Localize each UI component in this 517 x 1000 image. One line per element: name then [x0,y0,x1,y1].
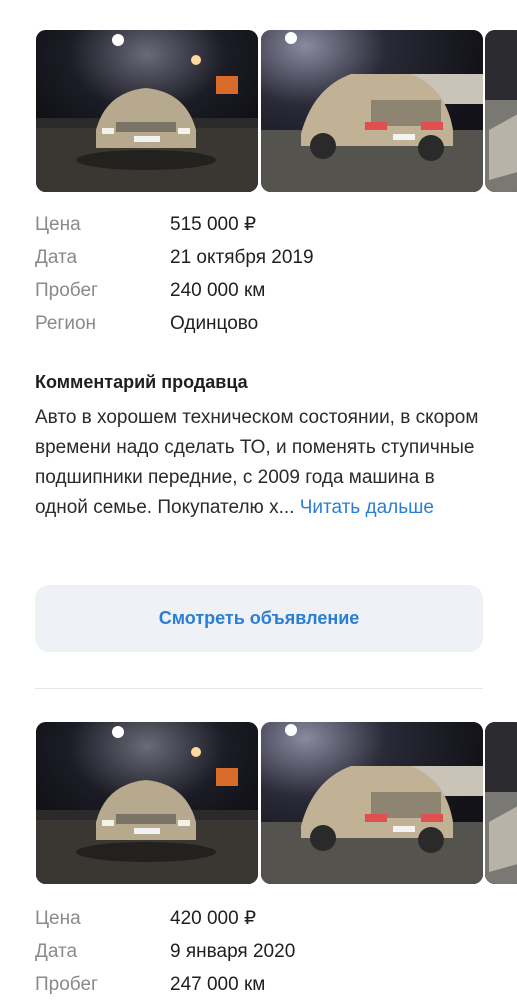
spec-row-date: Дата 21 октября 2019 [35,244,485,272]
car-photo[interactable] [36,722,258,884]
spec-row-region: Регион Одинцово [35,310,485,338]
spec-value: 21 октября 2019 [170,247,314,268]
spec-row-mileage: Пробег 240 000 км [35,277,485,305]
view-listing-button[interactable]: Смотреть объявление [35,585,483,652]
seller-comment-title: Комментарий продавца [35,372,248,392]
car-photo[interactable] [261,30,483,192]
spec-value: 515 000 ₽ [170,214,257,235]
spec-label: Регион [35,313,97,334]
spec-label: Цена [35,214,81,235]
spec-value: 240 000 км [170,280,266,301]
spec-value: Одинцово [170,313,259,334]
seller-comment-text: Авто в хорошем техническом состоянии, в … [35,403,491,523]
car-photo[interactable] [485,722,517,884]
spec-value: 420 000 ₽ [170,908,257,929]
spec-label: Пробег [35,974,98,995]
spec-row-date: Дата 9 января 2020 [35,938,485,966]
photo-carousel[interactable] [0,0,517,192]
spec-row-price: Цена 515 000 ₽ [35,211,485,239]
car-photo[interactable] [261,722,483,884]
spec-row-price: Цена 420 000 ₽ [35,905,485,933]
spec-value: 247 000 км [170,974,266,995]
photo-carousel[interactable] [0,722,517,888]
car-photo[interactable] [485,30,517,192]
read-more-link[interactable]: Читать дальше [300,497,434,518]
car-photo[interactable] [36,30,258,192]
divider [35,688,483,689]
spec-label: Пробег [35,280,98,301]
listing-card: Цена 515 000 ₽ Дата 21 октября 2019 Проб… [0,0,517,689]
spec-row-mileage: Пробег 247 000 км [35,971,485,999]
spec-label: Дата [35,247,78,268]
spec-label: Дата [35,941,78,962]
spec-label: Цена [35,908,81,929]
listing-card: Цена 420 000 ₽ Дата 9 января 2020 Пробег… [0,722,517,995]
spec-value: 9 января 2020 [170,941,296,962]
